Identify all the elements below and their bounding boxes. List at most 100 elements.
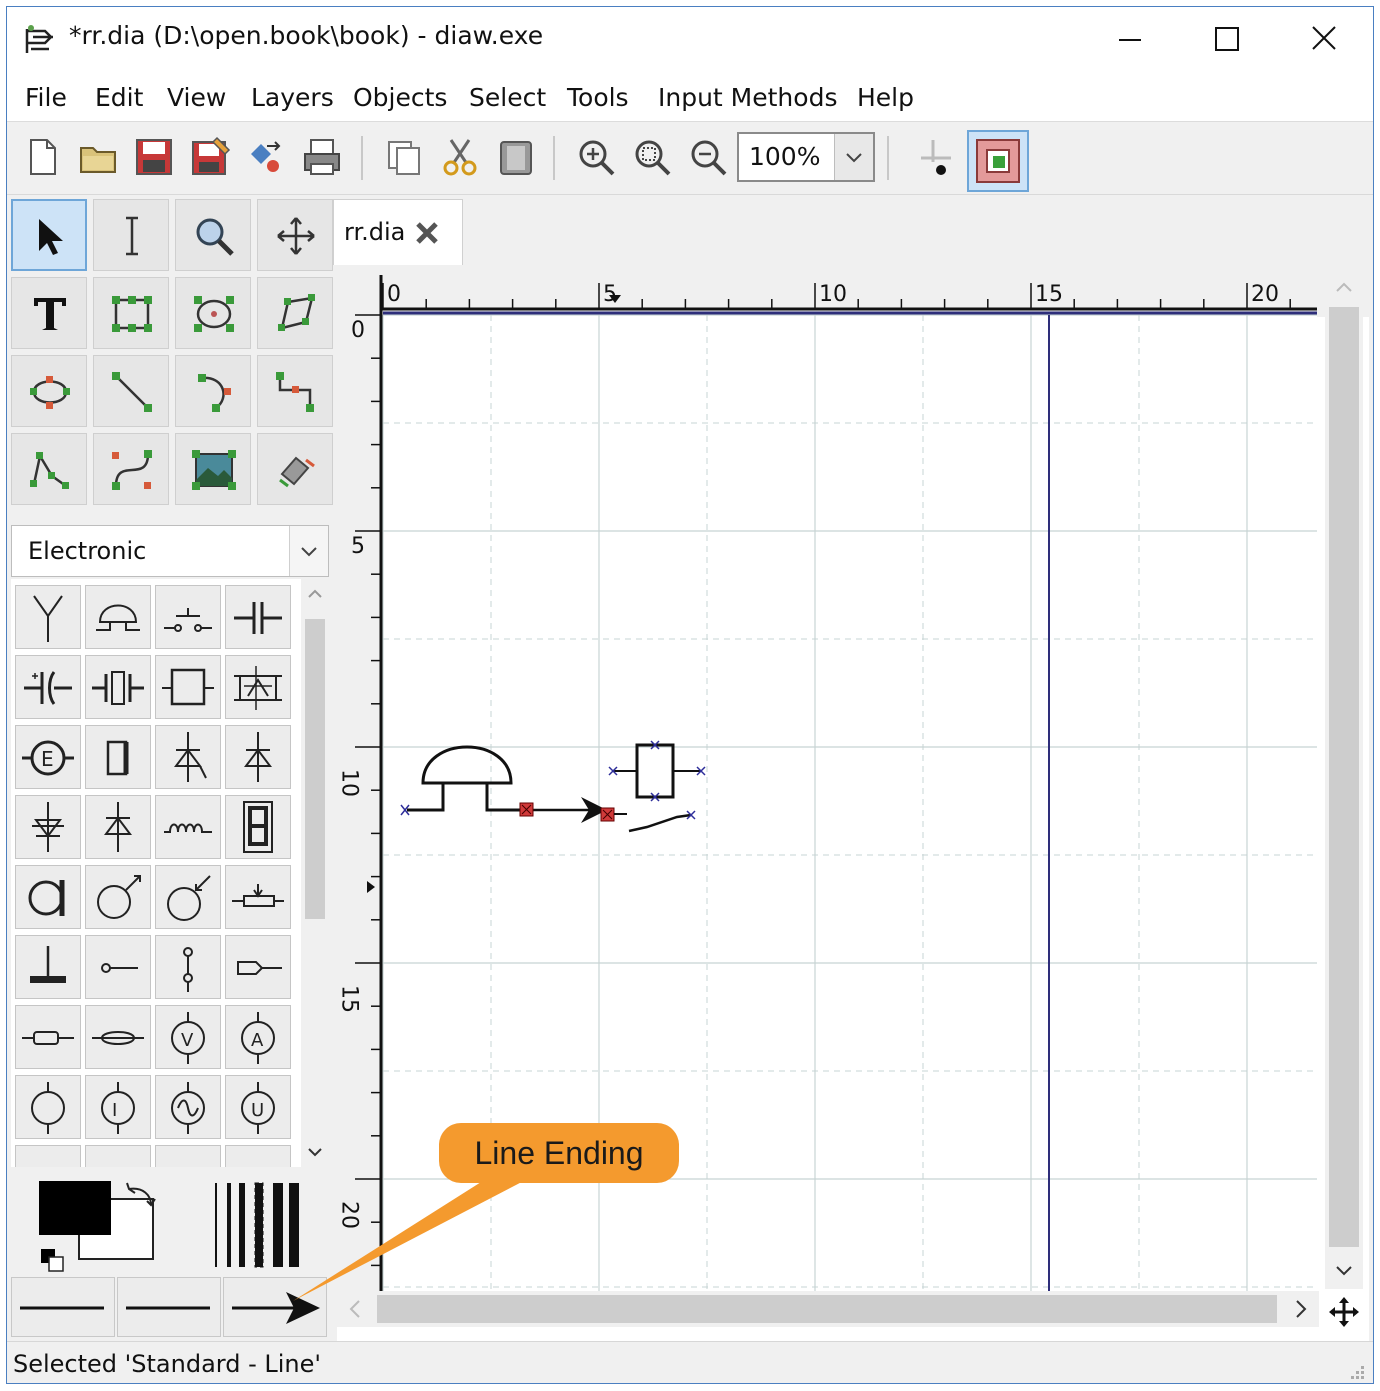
ellipse-tool[interactable] [175, 277, 251, 349]
line-tool[interactable] [93, 355, 169, 427]
foreground-color-swatch[interactable] [39, 1181, 111, 1235]
partial-shape[interactable] [225, 1145, 291, 1167]
image-tool[interactable] [175, 433, 251, 505]
vertical-ruler[interactable] [337, 317, 381, 1293]
plug-shape[interactable] [225, 935, 291, 999]
menu-help[interactable]: Help [857, 83, 914, 112]
tab-rr-dia[interactable]: rr.dia [333, 199, 463, 265]
zener-shape[interactable] [15, 795, 81, 859]
polygon-tool[interactable] [257, 277, 333, 349]
antenna-shape[interactable] [15, 585, 81, 649]
switch-shape[interactable] [155, 585, 221, 649]
maximize-button[interactable] [1177, 7, 1273, 71]
pointer-tool[interactable] [11, 199, 87, 271]
ground-shape[interactable] [15, 935, 81, 999]
magnify-tool[interactable] [175, 199, 251, 271]
canvas-vertical-scrollbar[interactable] [1325, 269, 1363, 1289]
export-icon[interactable] [243, 134, 289, 180]
partial-shape[interactable] [155, 1145, 221, 1167]
menu-view[interactable]: View [167, 83, 226, 112]
outline-tool[interactable] [257, 433, 333, 505]
vertical-terminal-shape[interactable] [155, 935, 221, 999]
menu-file[interactable]: File [25, 83, 67, 112]
paste-icon[interactable] [493, 134, 539, 180]
close-button[interactable] [1275, 7, 1371, 71]
save-icon[interactable] [131, 134, 177, 180]
scroll-tool[interactable] [257, 199, 333, 271]
menu-input-methods[interactable]: Input Methods [658, 83, 837, 112]
bell-shape[interactable] [85, 585, 151, 649]
menu-layers[interactable]: Layers [251, 83, 334, 112]
cut-icon[interactable] [437, 134, 483, 180]
text-edit-tool[interactable] [93, 199, 169, 271]
new-file-icon[interactable] [19, 134, 65, 180]
partial-shape[interactable] [85, 1145, 151, 1167]
voltmeter-shape[interactable]: V [155, 1005, 221, 1069]
arc-tool[interactable] [175, 355, 251, 427]
zoom-out-icon[interactable] [685, 134, 731, 180]
line-style-button[interactable] [117, 1277, 221, 1337]
menu-tools[interactable]: Tools [567, 83, 629, 112]
close-tab-icon[interactable] [414, 220, 440, 246]
component-box-shape[interactable] [155, 655, 221, 719]
beziergon-tool[interactable] [11, 355, 87, 427]
box-tool[interactable] [93, 277, 169, 349]
toolbox [11, 199, 333, 507]
inductor-shape[interactable] [155, 795, 221, 859]
diode-bridge-shape[interactable] [225, 655, 291, 719]
scrollbar-thumb[interactable] [1329, 307, 1359, 1247]
open-folder-icon[interactable] [75, 134, 121, 180]
copy-icon[interactable] [381, 134, 427, 180]
resize-grip-icon[interactable] [1347, 1362, 1367, 1382]
title-bar[interactable]: *rr.dia (D:\open.book\book) - diaw.exe [7, 7, 1373, 71]
minimize-button[interactable] [1081, 7, 1177, 71]
speaker-shape[interactable] [85, 725, 151, 789]
zoom-dropdown-button[interactable] [834, 134, 873, 180]
terminal-shape[interactable] [85, 935, 151, 999]
text-tool[interactable] [11, 277, 87, 349]
voltage-source-shape[interactable]: U [225, 1075, 291, 1139]
toolbar-separator [887, 136, 889, 180]
shape-palette-scrollbar[interactable] [301, 579, 329, 1167]
seven-segment-shape[interactable] [225, 795, 291, 859]
ac-source-shape[interactable] [155, 1075, 221, 1139]
zoom-fit-icon[interactable] [629, 134, 675, 180]
fuse-shape[interactable] [15, 1005, 81, 1069]
print-icon[interactable] [299, 134, 345, 180]
thyristor-shape[interactable] [155, 725, 221, 789]
led-shape[interactable] [85, 865, 151, 929]
microphone-shape[interactable] [15, 865, 81, 929]
fuse-oval-shape[interactable] [85, 1005, 151, 1069]
reset-colors-icon[interactable] [41, 1249, 64, 1272]
scrollbar-thumb[interactable] [305, 619, 325, 919]
crystal-shape[interactable] [85, 655, 151, 719]
bezierline-tool[interactable] [93, 433, 169, 505]
sheet-dropdown-button[interactable] [289, 526, 328, 576]
snap-grid-icon[interactable] [907, 132, 961, 186]
zoom-value[interactable]: 100% [749, 142, 820, 171]
menu-objects[interactable]: Objects [353, 83, 447, 112]
lamp-e-shape[interactable]: E [15, 725, 81, 789]
diode-shape[interactable] [85, 795, 151, 859]
polar-capacitor-shape[interactable] [15, 655, 81, 719]
diac-shape[interactable] [225, 725, 291, 789]
ruler-label-v: 5 [351, 534, 365, 559]
menu-select[interactable]: Select [469, 83, 546, 112]
menu-edit[interactable]: Edit [95, 83, 143, 112]
current-source-shape[interactable]: I [85, 1075, 151, 1139]
zigzagline-tool[interactable] [257, 355, 333, 427]
object-snap-icon[interactable] [967, 130, 1029, 192]
partial-shape[interactable] [15, 1145, 81, 1167]
lamp-shape[interactable] [15, 1075, 81, 1139]
capacitor-shape[interactable] [225, 585, 291, 649]
photo-sensor-shape[interactable] [155, 865, 221, 929]
start-arrow-button[interactable] [11, 1277, 115, 1337]
sheet-selector[interactable]: Electronic [11, 525, 329, 577]
save-as-icon[interactable] [187, 134, 233, 180]
zoom-combo[interactable]: 100% [737, 132, 875, 182]
potentiometer-shape[interactable] [225, 865, 291, 929]
navigation-move-icon[interactable] [1327, 1295, 1361, 1329]
polyline-tool[interactable] [11, 433, 87, 505]
zoom-in-icon[interactable] [573, 134, 619, 180]
ammeter-shape[interactable]: A [225, 1005, 291, 1069]
